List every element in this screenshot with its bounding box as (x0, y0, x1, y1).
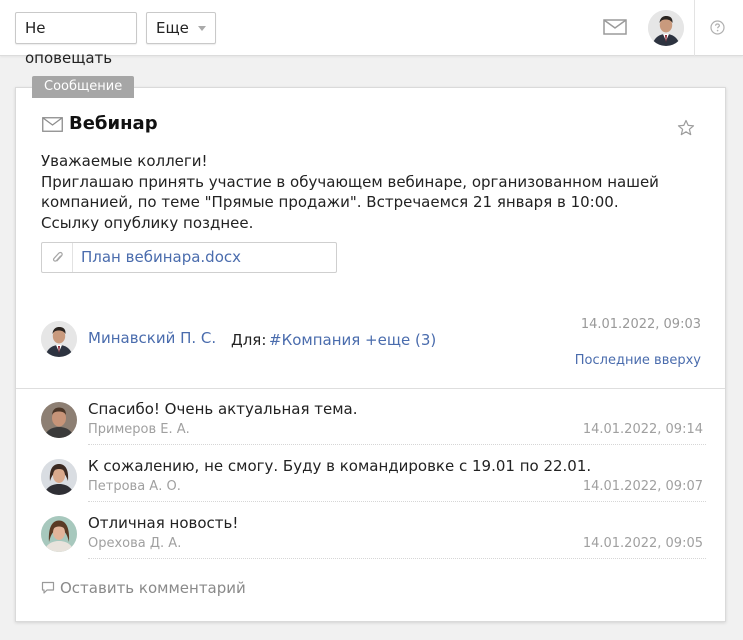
recipients-label: Для: (231, 331, 267, 349)
user-avatar[interactable] (648, 10, 684, 46)
comments-divider (16, 388, 725, 389)
sort-order-link[interactable]: Последние вверху (575, 353, 701, 368)
leave-comment-label: Оставить комментарий (60, 579, 246, 597)
attachment-link[interactable]: План вебинара.docx (81, 248, 241, 266)
comment-text: Спасибо! Очень актуальная тема. (88, 400, 358, 418)
comment-item: К сожалению, не смогу. Буду в командиров… (41, 457, 706, 509)
comment-author[interactable]: Примеров Е. А. (88, 422, 190, 437)
comment-separator (88, 558, 706, 559)
author-name-link[interactable]: Минавский П. С. (88, 329, 216, 347)
post-body-greeting: Уважаемые коллеги! (41, 152, 208, 170)
more-button-label: Еще (156, 19, 189, 37)
post-type-tag: Сообщение (32, 76, 135, 98)
comment-item: Спасибо! Очень актуальная тема. Примеров… (41, 400, 706, 452)
comment-avatar[interactable] (41, 516, 77, 552)
comment-date: 14.01.2022, 09:05 (582, 536, 703, 551)
comment-author[interactable]: Петрова А. О. (88, 479, 181, 494)
comment-author[interactable]: Орехова Д. А. (88, 536, 181, 551)
comment-text: Отличная новость! (88, 514, 239, 532)
post-title: Вебинар (69, 113, 158, 134)
envelope-icon (42, 117, 63, 132)
comment-avatar[interactable] (41, 402, 77, 438)
comment-bubble-icon (41, 581, 55, 594)
mail-icon[interactable] (603, 18, 627, 36)
paperclip-icon (42, 243, 73, 272)
comment-separator (88, 444, 706, 445)
mute-button-label: Не оповещать (25, 19, 113, 67)
recipients-link[interactable]: #Компания +еще (3) (269, 331, 436, 349)
chevron-down-icon (198, 26, 206, 31)
attachment-file[interactable]: План вебинара.docx (41, 242, 337, 273)
post-body-paragraph: Приглашаю принять участие в обучающем ве… (41, 172, 659, 232)
author-avatar[interactable] (41, 321, 77, 357)
more-dropdown-button[interactable]: Еще (146, 12, 216, 44)
comment-item: Отличная новость! Орехова Д. А. 14.01.20… (41, 514, 706, 566)
post-date: 14.01.2022, 09:03 (580, 317, 701, 332)
comment-text: К сожалению, не смогу. Буду в командиров… (88, 457, 592, 475)
top-toolbar: Не оповещать Еще (0, 0, 743, 67)
comment-date: 14.01.2022, 09:07 (582, 479, 703, 494)
comment-separator (88, 501, 706, 502)
comment-avatar[interactable] (41, 459, 77, 495)
mute-button[interactable]: Не оповещать (15, 12, 137, 67)
toolbar-divider (694, 0, 695, 56)
comment-date: 14.01.2022, 09:14 (582, 422, 703, 437)
help-icon[interactable] (710, 20, 725, 35)
leave-comment-button[interactable]: Оставить комментарий (41, 579, 246, 597)
star-icon[interactable] (677, 119, 695, 137)
post-card: Вебинар Уважаемые коллеги! Приглашаю при… (15, 87, 726, 622)
post-body: Уважаемые коллеги! Приглашаю принять уча… (41, 151, 681, 233)
